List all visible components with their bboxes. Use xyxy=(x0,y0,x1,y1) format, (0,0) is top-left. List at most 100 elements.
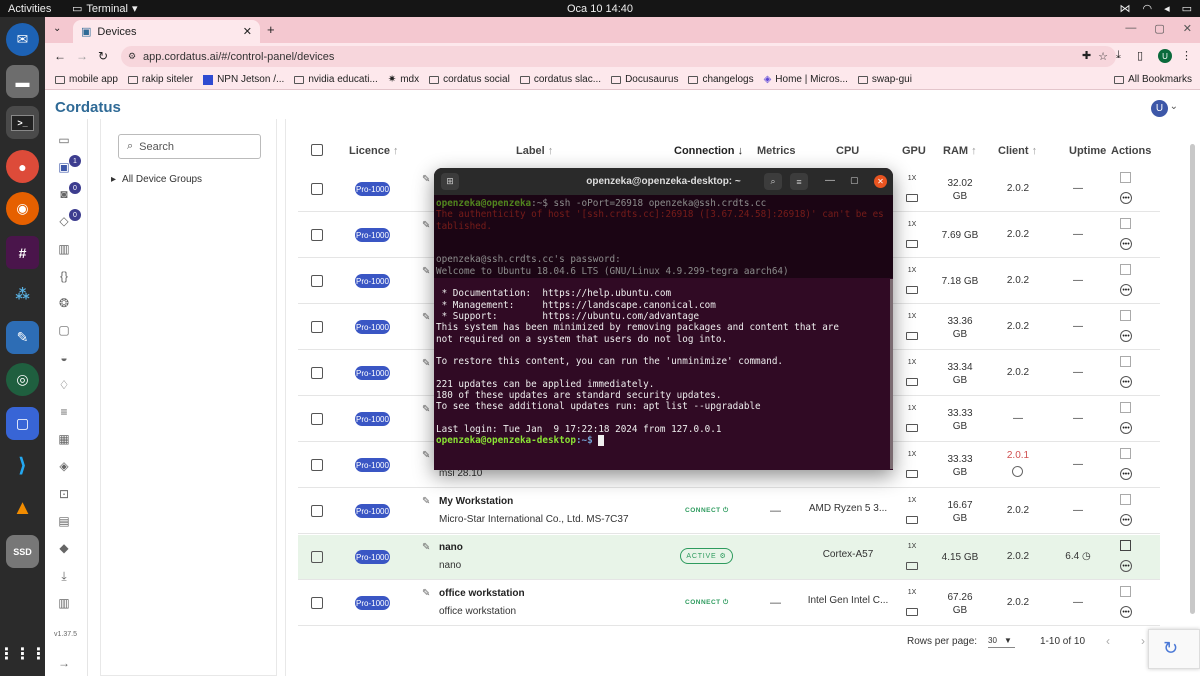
screenshot-icon[interactable]: ▢ xyxy=(6,407,39,440)
text-editor-icon[interactable]: ✎ xyxy=(6,321,39,354)
table-row[interactable]: Pro-1000 ✎ My Workstation Micro-Star Int… xyxy=(298,489,1160,534)
search-input[interactable]: ⌕ Search xyxy=(118,134,261,159)
edit-icon[interactable]: ✎ xyxy=(422,312,430,323)
window-icon[interactable]: ▢ xyxy=(56,322,72,338)
header-licence[interactable]: Licence ↑ xyxy=(349,145,399,157)
edit-icon[interactable]: ✎ xyxy=(422,358,430,369)
bookmark-item[interactable]: NPN Jetson /... xyxy=(203,74,284,85)
chart-icon[interactable] xyxy=(1120,402,1131,413)
connect-button[interactable]: CONNECT ⏻ xyxy=(685,599,729,607)
bookmark-item[interactable]: rakip siteler xyxy=(127,74,193,85)
expand-arrow-icon[interactable]: ▸ xyxy=(111,174,116,185)
code-icon[interactable]: {} xyxy=(56,268,72,284)
brain-icon[interactable]: ❂ xyxy=(56,295,72,311)
header-client[interactable]: Client ↑ xyxy=(998,145,1037,157)
edit-icon[interactable]: ✎ xyxy=(422,588,430,599)
terminal-window[interactable]: ⊞ openzeka@openzeka-desktop: ~ ⌕ ≡ — ▢ ✕… xyxy=(434,168,893,470)
header-gpu[interactable]: GPU xyxy=(902,145,926,157)
edit-icon[interactable]: ✎ xyxy=(422,450,430,461)
chart-icon[interactable] xyxy=(1120,310,1131,321)
chevron-down-icon[interactable]: ▼ xyxy=(1004,636,1012,645)
slack-icon[interactable]: # xyxy=(6,236,39,269)
chrome-icon[interactable]: ● xyxy=(6,150,39,183)
vlc-icon[interactable]: ▲ xyxy=(6,492,39,525)
bookmark-item[interactable]: swap-gui xyxy=(857,74,912,85)
row-checkbox[interactable] xyxy=(311,321,323,333)
user-avatar[interactable]: U xyxy=(1151,100,1168,117)
chart-icon[interactable] xyxy=(1120,540,1131,551)
tab-devices[interactable]: ▣ Devices ✕ xyxy=(73,20,260,43)
more-options-icon[interactable]: ••• xyxy=(1120,514,1132,526)
download-icon[interactable]: ⤓ xyxy=(56,568,72,584)
row-checkbox[interactable] xyxy=(311,367,323,379)
bookmark-item[interactable]: cordatus slac... xyxy=(519,74,601,85)
system-tray[interactable]: ⋈ ◠ ◂ ▭ xyxy=(1119,2,1192,15)
bookmark-item[interactable]: mobile app xyxy=(55,74,118,85)
maximize-icon[interactable]: ▢ xyxy=(850,175,859,186)
maximize-icon[interactable]: ▢ xyxy=(1154,22,1164,35)
tab-search-icon[interactable]: ⌄ xyxy=(53,23,61,34)
row-checkbox[interactable] xyxy=(311,183,323,195)
document-icon[interactable]: ▤ xyxy=(56,513,72,529)
chart-icon[interactable] xyxy=(1120,172,1131,183)
search-icon[interactable]: ⌕ xyxy=(764,173,782,190)
edit-icon[interactable]: ✎ xyxy=(422,266,430,277)
connect-button[interactable]: CONNECT ⏻ xyxy=(685,507,729,515)
minimize-icon[interactable]: — xyxy=(825,175,835,186)
chart-icon[interactable] xyxy=(1120,494,1131,505)
all-bookmarks[interactable]: All Bookmarks xyxy=(1114,74,1192,85)
sidebar-icon[interactable]: ▯ xyxy=(1137,49,1143,62)
more-options-icon[interactable]: ••• xyxy=(1120,330,1132,342)
edit-icon[interactable]: ✎ xyxy=(422,542,430,553)
tree-item-all-groups[interactable]: ▸ All Device Groups xyxy=(111,174,202,185)
tag-icon[interactable]: ◆ xyxy=(56,540,72,556)
terminal-scrollbar[interactable] xyxy=(890,279,893,469)
app-logo[interactable]: Cordatus xyxy=(55,99,121,116)
terminal-titlebar[interactable]: ⊞ openzeka@openzeka-desktop: ~ ⌕ ≡ — ▢ ✕ xyxy=(434,168,893,195)
expand-arrow-icon[interactable]: → xyxy=(56,655,72,671)
files-icon[interactable]: ▬ xyxy=(6,65,39,98)
map-icon[interactable]: ▥ xyxy=(56,241,72,257)
stack-icon[interactable]: ◈ xyxy=(56,458,72,474)
thunderbird-icon[interactable]: ✉ xyxy=(6,23,39,56)
select-all-checkbox[interactable] xyxy=(311,144,323,156)
table-row[interactable]: Pro-1000 ✎ office workstation office wor… xyxy=(298,581,1160,626)
back-icon[interactable]: ← xyxy=(54,49,66,63)
network-tool-icon[interactable]: ⁂ xyxy=(6,278,39,311)
dashboard-icon[interactable]: ▦ xyxy=(56,431,72,447)
page-scrollbar[interactable] xyxy=(1190,144,1195,614)
more-options-icon[interactable]: ••• xyxy=(1120,284,1132,296)
row-checkbox[interactable] xyxy=(311,597,323,609)
chevron-down-icon[interactable]: ⌄ xyxy=(1170,101,1178,112)
forward-icon[interactable]: → xyxy=(76,49,88,63)
table-row[interactable]: Pro-1000 ✎ nano nano ACTIVE ⚙ Cortex-A57 … xyxy=(298,535,1160,580)
minimize-icon[interactable]: — xyxy=(1125,22,1136,35)
active-status-button[interactable]: ACTIVE ⚙ xyxy=(680,548,733,564)
row-checkbox[interactable] xyxy=(311,459,323,471)
bookmark-item[interactable]: cordatus social xyxy=(429,74,510,85)
more-options-icon[interactable]: ••• xyxy=(1120,238,1132,250)
bookmark-item[interactable]: ✷ mdx xyxy=(388,74,419,85)
hamburger-menu-icon[interactable]: ≡ xyxy=(790,173,808,190)
more-options-icon[interactable]: ••• xyxy=(1120,376,1132,388)
chart-icon[interactable] xyxy=(1120,264,1131,275)
alert-icon[interactable]: ♢ xyxy=(56,377,72,393)
more-options-icon[interactable]: ••• xyxy=(1120,606,1132,618)
bookmark-item[interactable]: nvidia educati... xyxy=(294,74,378,85)
chart-icon[interactable] xyxy=(1120,448,1131,459)
bookmark-item[interactable]: ◈ Home | Micros... xyxy=(764,74,848,85)
chart-icon[interactable] xyxy=(1120,218,1131,229)
download-icon[interactable]: ⤓ xyxy=(1116,49,1121,62)
camera-app-icon[interactable]: ◎ xyxy=(6,363,39,396)
header-connection[interactable]: Connection ↓ xyxy=(674,145,743,157)
row-checkbox[interactable] xyxy=(311,505,323,517)
close-icon[interactable]: ✕ xyxy=(874,175,887,188)
profile-avatar[interactable]: U xyxy=(1158,49,1172,63)
chart-icon[interactable] xyxy=(1120,356,1131,367)
extensions-icon[interactable]: ✚ xyxy=(1082,49,1091,62)
bookmark-item[interactable]: Docusaurus xyxy=(611,74,678,85)
close-window-icon[interactable]: ✕ xyxy=(1183,22,1192,35)
more-options-icon[interactable]: ••• xyxy=(1120,422,1132,434)
row-checkbox[interactable] xyxy=(311,229,323,241)
settings-window-icon[interactable]: ⊡ xyxy=(56,486,72,502)
